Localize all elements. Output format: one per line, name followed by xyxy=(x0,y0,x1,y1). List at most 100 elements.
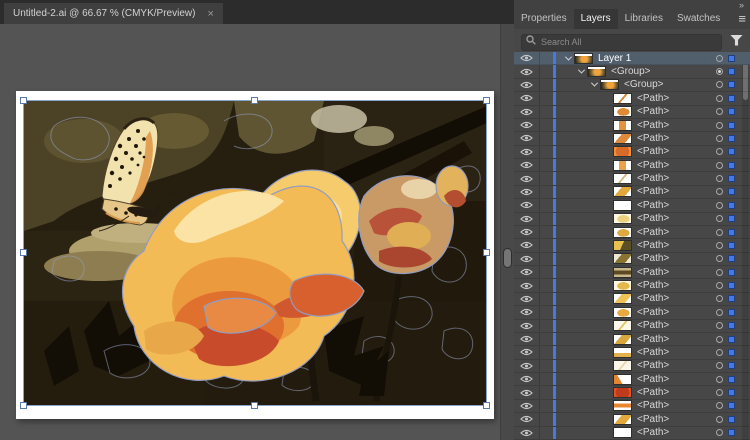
lock-cell[interactable] xyxy=(540,226,553,238)
visibility-cell[interactable] xyxy=(514,106,540,118)
layer-label[interactable]: <Path> xyxy=(637,427,669,438)
layer-label[interactable]: <Path> xyxy=(637,374,669,385)
selection-chip[interactable] xyxy=(728,336,735,343)
lock-cell[interactable] xyxy=(540,320,553,332)
layer-row[interactable]: <Path> xyxy=(514,266,750,279)
layer-row[interactable]: <Path> xyxy=(514,186,750,199)
visibility-cell[interactable] xyxy=(514,199,540,211)
visibility-cell[interactable] xyxy=(514,172,540,184)
target-icon[interactable] xyxy=(716,68,723,75)
layer-row[interactable]: <Path> xyxy=(514,333,750,346)
layer-label[interactable]: <Path> xyxy=(637,200,669,211)
target-icon[interactable] xyxy=(716,402,723,409)
target-icon[interactable] xyxy=(716,242,723,249)
document-tab[interactable]: Untitled-2.ai @ 66.67 % (CMYK/Preview) × xyxy=(4,3,223,24)
visibility-cell[interactable] xyxy=(514,186,540,198)
lock-cell[interactable] xyxy=(540,186,553,198)
tab-layers[interactable]: Layers xyxy=(574,9,618,29)
layer-label[interactable]: <Path> xyxy=(637,240,669,251)
visibility-cell[interactable] xyxy=(514,65,540,77)
layer-label[interactable]: <Path> xyxy=(637,360,669,371)
lock-cell[interactable] xyxy=(540,79,553,91)
lock-cell[interactable] xyxy=(540,346,553,358)
selection-chip[interactable] xyxy=(728,402,735,409)
visibility-cell[interactable] xyxy=(514,132,540,144)
target-icon[interactable] xyxy=(716,55,723,62)
target-icon[interactable] xyxy=(716,416,723,423)
layer-row[interactable]: <Path> xyxy=(514,360,750,373)
target-icon[interactable] xyxy=(716,135,723,142)
lock-cell[interactable] xyxy=(540,159,553,171)
layer-row[interactable]: <Path> xyxy=(514,119,750,132)
eye-icon[interactable] xyxy=(520,322,533,330)
lock-cell[interactable] xyxy=(540,119,553,131)
tab-brushes[interactable]: Brushes xyxy=(727,9,732,29)
layer-label[interactable]: <Path> xyxy=(637,267,669,278)
lock-cell[interactable] xyxy=(540,333,553,345)
visibility-cell[interactable] xyxy=(514,306,540,318)
selection-chip[interactable] xyxy=(728,202,735,209)
filter-icon[interactable] xyxy=(730,35,743,47)
target-icon[interactable] xyxy=(716,282,723,289)
target-icon[interactable] xyxy=(716,336,723,343)
visibility-cell[interactable] xyxy=(514,239,540,251)
layer-label[interactable]: Layer 1 xyxy=(598,53,631,64)
target-icon[interactable] xyxy=(716,95,723,102)
layer-row[interactable]: <Path> xyxy=(514,427,750,440)
visibility-cell[interactable] xyxy=(514,266,540,278)
lock-cell[interactable] xyxy=(540,293,553,305)
layer-row[interactable]: <Path> xyxy=(514,400,750,413)
selection-chip[interactable] xyxy=(728,55,735,62)
layer-label[interactable]: <Path> xyxy=(637,173,669,184)
visibility-cell[interactable] xyxy=(514,92,540,104)
target-icon[interactable] xyxy=(716,322,723,329)
selection-chip[interactable] xyxy=(728,108,735,115)
layer-label[interactable]: <Path> xyxy=(637,186,669,197)
target-icon[interactable] xyxy=(716,309,723,316)
visibility-cell[interactable] xyxy=(514,427,540,439)
layer-label[interactable]: <Path> xyxy=(637,227,669,238)
eye-icon[interactable] xyxy=(520,148,533,156)
layer-row[interactable]: <Path> xyxy=(514,320,750,333)
layer-row[interactable]: <Path> xyxy=(514,413,750,426)
eye-icon[interactable] xyxy=(520,415,533,423)
target-icon[interactable] xyxy=(716,362,723,369)
selection-chip[interactable] xyxy=(728,255,735,262)
visibility-cell[interactable] xyxy=(514,293,540,305)
selection-chip[interactable] xyxy=(728,282,735,289)
target-icon[interactable] xyxy=(716,108,723,115)
visibility-cell[interactable] xyxy=(514,346,540,358)
visibility-cell[interactable] xyxy=(514,360,540,372)
layer-row[interactable]: <Path> xyxy=(514,279,750,292)
eye-icon[interactable] xyxy=(520,68,533,76)
lock-cell[interactable] xyxy=(540,146,553,158)
target-icon[interactable] xyxy=(716,188,723,195)
expand-chevron-icon[interactable] xyxy=(575,69,587,74)
layer-row[interactable]: <Path> xyxy=(514,226,750,239)
lock-cell[interactable] xyxy=(540,266,553,278)
selection-chip[interactable] xyxy=(728,81,735,88)
expand-chevron-icon[interactable] xyxy=(562,56,574,61)
layer-label[interactable]: <Path> xyxy=(637,280,669,291)
panel-menu-icon[interactable]: ≡ xyxy=(738,12,746,26)
tab-libraries[interactable]: Libraries xyxy=(618,9,670,29)
selection-chip[interactable] xyxy=(728,349,735,356)
eye-icon[interactable] xyxy=(520,54,533,62)
eye-icon[interactable] xyxy=(520,375,533,383)
layer-row[interactable]: <Path> xyxy=(514,293,750,306)
layer-label[interactable]: <Path> xyxy=(637,106,669,117)
canvas-pasteboard[interactable] xyxy=(0,24,514,440)
target-icon[interactable] xyxy=(716,269,723,276)
lock-cell[interactable] xyxy=(540,253,553,265)
target-icon[interactable] xyxy=(716,81,723,88)
artwork-image[interactable] xyxy=(24,101,487,406)
visibility-cell[interactable] xyxy=(514,320,540,332)
visibility-cell[interactable] xyxy=(514,333,540,345)
eye-icon[interactable] xyxy=(520,134,533,142)
eye-icon[interactable] xyxy=(520,241,533,249)
visibility-cell[interactable] xyxy=(514,79,540,91)
layer-row[interactable]: <Path> xyxy=(514,239,750,252)
eye-icon[interactable] xyxy=(520,429,533,437)
eye-icon[interactable] xyxy=(520,228,533,236)
layer-label[interactable]: <Path> xyxy=(637,320,669,331)
